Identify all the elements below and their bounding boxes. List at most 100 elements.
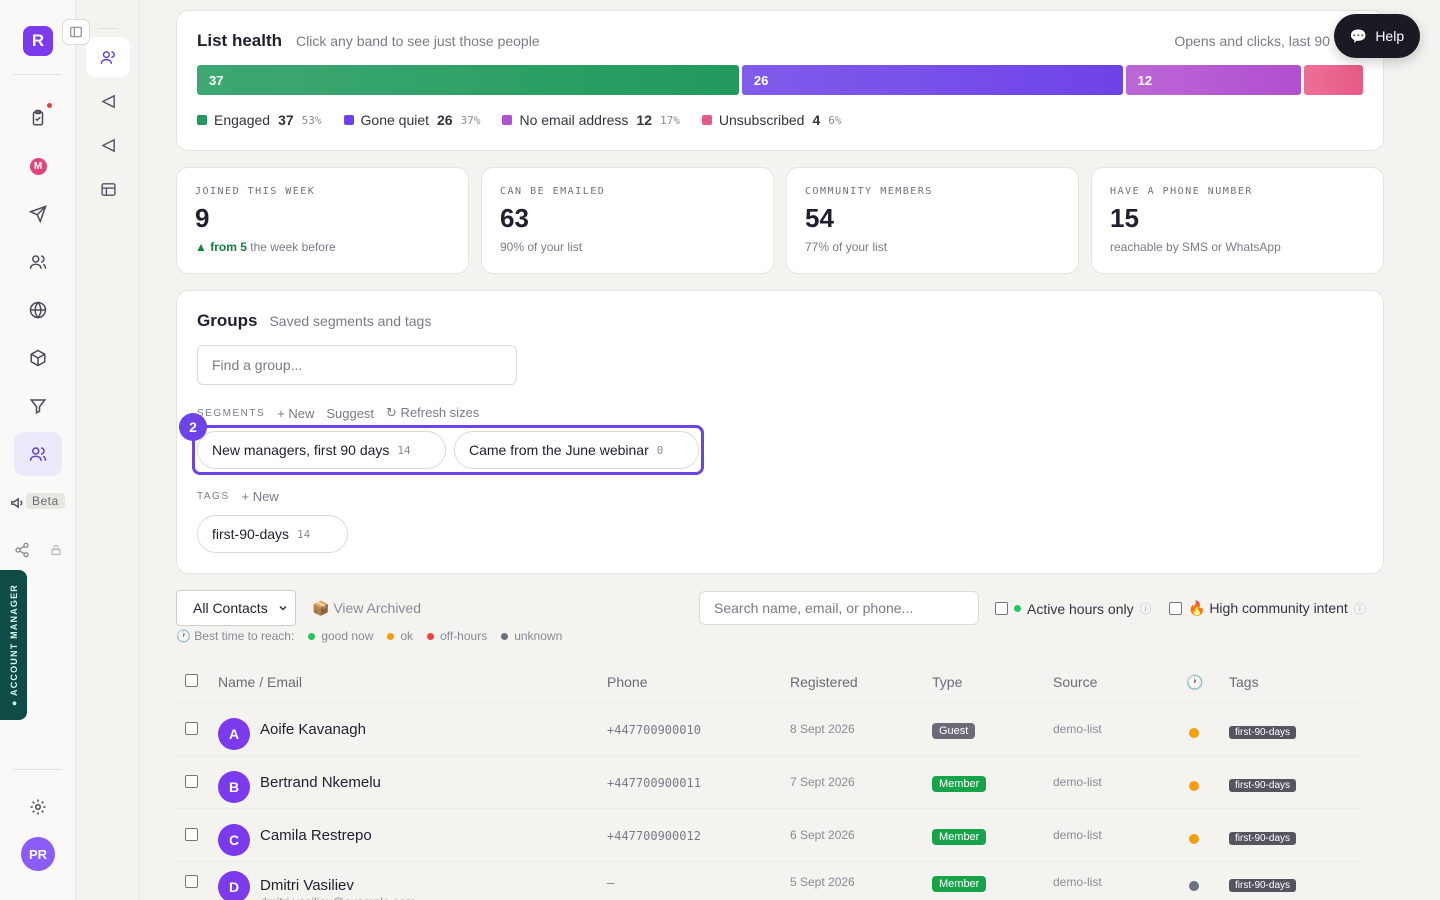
info-icon[interactable]: ⓘ	[1354, 600, 1366, 617]
contacts-nav-item[interactable]	[14, 432, 62, 476]
row-checkbox[interactable]	[185, 828, 198, 841]
new-tag-link[interactable]: + New	[241, 489, 278, 504]
contact-name[interactable]: Camila Restrepo	[260, 827, 372, 844]
stat-subtext: reachable by SMS or WhatsApp	[1110, 240, 1365, 254]
people-icon[interactable]	[24, 248, 52, 276]
tag-badge[interactable]: first-90-days	[1229, 832, 1297, 845]
active-hours-checkbox[interactable]	[995, 602, 1008, 615]
gmail-icon[interactable]: M	[24, 152, 52, 180]
group-search-input[interactable]: Find a group...	[197, 345, 517, 385]
chevron-down-icon	[279, 605, 287, 611]
col-name[interactable]: Name / Email	[218, 674, 302, 690]
stat-subtext: 90% of your list	[500, 240, 755, 254]
account-manager-tab[interactable]: ● ACCOUNT MANAGER	[0, 570, 27, 720]
registered-date: 8 Sept 2026	[790, 722, 855, 736]
campaign-icon[interactable]	[86, 81, 130, 121]
groups-subtitle: Saved segments and tags	[269, 313, 432, 329]
health-band[interactable]: 37	[197, 65, 739, 95]
contact-name[interactable]: Bertrand Nkemelu	[260, 774, 381, 791]
col-registered[interactable]: Registered	[790, 674, 858, 690]
refresh-sizes-link[interactable]: ↻ Refresh sizes	[386, 405, 479, 421]
view-archived-link[interactable]: 📦 View Archived	[312, 600, 421, 617]
primary-sidebar: R M Beta PR	[0, 0, 76, 900]
best-time-dot	[1189, 881, 1199, 891]
health-band[interactable]	[1304, 65, 1363, 95]
step-badge: 2	[179, 413, 207, 441]
collapse-sidebar-icon[interactable]	[62, 19, 90, 45]
col-type[interactable]: Type	[932, 674, 962, 690]
contact-phone: +447700900010	[607, 723, 701, 737]
tag-chip[interactable]: first-90-days 14	[197, 515, 348, 553]
send-icon[interactable]	[24, 200, 52, 228]
stat-card: CAN BE EMAILED 63 90% of your list	[481, 167, 774, 274]
contact-search-input[interactable]: Search name, email, or phone...	[699, 591, 979, 625]
box-icon[interactable]	[24, 344, 52, 372]
legend-pct: 6%	[828, 113, 842, 127]
secondary-sidebar	[76, 0, 140, 900]
new-segment-link[interactable]: + New	[277, 406, 314, 421]
col-phone[interactable]: Phone	[607, 674, 647, 690]
health-band[interactable]: 12	[1125, 65, 1302, 95]
contact-email: dmitri.vasiliev@example.com	[260, 895, 416, 900]
high-intent-checkbox[interactable]	[1169, 602, 1182, 615]
type-badge: Member	[932, 876, 987, 892]
contact-name[interactable]: Aoife Kavanagh	[260, 721, 366, 738]
legend-item[interactable]: Engaged 37 53%	[197, 112, 322, 128]
row-checkbox[interactable]	[185, 875, 198, 888]
clipboard-icon[interactable]	[24, 104, 52, 132]
type-badge: Member	[932, 776, 987, 792]
contact-phone: +447700900012	[607, 829, 701, 843]
stat-subtext-label: the week before	[250, 240, 336, 254]
legend-item[interactable]: Gone quiet 26 37%	[343, 112, 480, 128]
share-icon[interactable]	[8, 536, 36, 564]
avatar: C	[218, 824, 250, 856]
legend-swatch	[502, 115, 513, 125]
col-tags[interactable]: Tags	[1229, 674, 1259, 690]
row-checkbox[interactable]	[185, 775, 198, 788]
avatar: D	[218, 871, 250, 900]
divider	[98, 28, 118, 29]
settings-gear-icon[interactable]	[24, 793, 52, 821]
select-all-checkbox[interactable]	[185, 674, 198, 692]
tag-badge[interactable]: first-90-days	[1229, 879, 1297, 892]
table-icon[interactable]	[86, 169, 130, 209]
legend-item[interactable]: Unsubscribed 4 6%	[701, 112, 842, 128]
info-icon[interactable]: ⓘ	[1140, 600, 1152, 617]
col-best-time[interactable]: 🕐	[1186, 674, 1203, 691]
col-source[interactable]: Source	[1053, 674, 1097, 690]
row-checkbox[interactable]	[185, 722, 198, 735]
status-dot	[308, 632, 316, 640]
table-row[interactable]: A Aoife Kavanagh +447700900010 8 Sept 2026 G…	[176, 702, 1362, 755]
notification-dot	[47, 103, 52, 108]
table-row[interactable]: C Camila Restrepo +447700900012 6 Sept 2026…	[176, 808, 1362, 861]
registered-date: 5 Sept 2026	[790, 875, 855, 889]
suggest-link[interactable]: Suggest	[326, 406, 374, 421]
filter-icon[interactable]	[24, 392, 52, 420]
legend-count: 12	[636, 112, 652, 128]
registered-date: 7 Sept 2026	[790, 775, 855, 789]
broadcast-icon[interactable]	[86, 125, 130, 165]
table-row[interactable]: D Dmitri Vasilievdmitri.vasiliev@example.…	[176, 861, 1362, 900]
legend-pct: 17%	[659, 113, 680, 127]
avatar: B	[218, 771, 250, 803]
best-time-legend: 🕐 Best time to reach: good now ok off-hour…	[176, 629, 563, 643]
app-logo[interactable]: R	[23, 26, 53, 56]
contacts-subnav-icon[interactable]	[86, 37, 130, 77]
tag-badge[interactable]: first-90-days	[1229, 779, 1297, 792]
health-band[interactable]: 26	[741, 65, 1123, 95]
tag-badge[interactable]: first-90-days	[1229, 726, 1297, 739]
beta-badge: Beta	[26, 493, 65, 509]
user-avatar[interactable]: PR	[21, 837, 55, 871]
legend-count: 26	[437, 112, 453, 128]
globe-icon[interactable]	[24, 296, 52, 324]
contact-name[interactable]: Dmitri Vasiliev	[260, 877, 354, 894]
help-button[interactable]: 💬 Help	[1334, 14, 1420, 58]
contacts-filter-select[interactable]: All Contacts	[176, 590, 296, 626]
best-time-legend-item: good now	[308, 629, 373, 643]
table-row[interactable]: B Bertrand Nkemelu +447700900011 7 Sept 202…	[176, 755, 1362, 808]
active-hours-label: Active hours only	[1027, 600, 1134, 617]
legend-item[interactable]: No email address 12 17%	[502, 112, 680, 128]
divider	[14, 74, 62, 75]
legend-label: off-hours	[440, 629, 488, 643]
stat-value: 15	[1110, 203, 1139, 233]
